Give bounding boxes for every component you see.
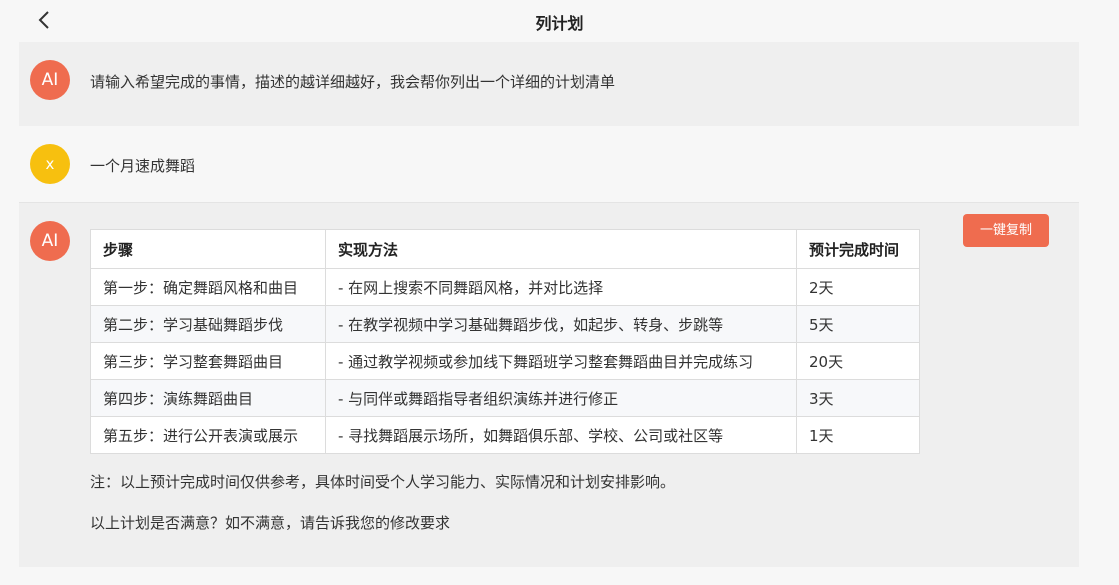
step-cell: 第二步：学习基础舞蹈步伐 — [90, 305, 326, 343]
ai-intro-text: 请输入希望完成的事情，描述的越详细越好，我会帮你列出一个详细的计划清单 — [90, 73, 616, 91]
step-cell: 第四步：演练舞蹈曲目 — [90, 379, 326, 417]
method-cell: - 通过教学视频或参加线下舞蹈班学习整套舞蹈曲目并完成练习 — [325, 342, 797, 380]
table-row: 第五步：进行公开表演或展示 - 寻找舞蹈展示场所，如舞蹈俱乐部、学校、公司或社区… — [90, 416, 920, 454]
plan-note: 注：以上预计完成时间仅供参考，具体时间受个人学习能力、实际情况和计划安排影响。 — [90, 473, 676, 491]
table-row: 第四步：演练舞蹈曲目 - 与同伴或舞蹈指导者组织演练并进行修正 3天 — [90, 379, 920, 417]
table-row: 第二步：学习基础舞蹈步伐 - 在教学视频中学习基础舞蹈步伐，如起步、转身、步跳等… — [90, 305, 920, 343]
copy-all-button[interactable]: 一键复制 — [963, 214, 1049, 247]
page-title: 列计划 — [535, 14, 584, 33]
time-cell: 2天 — [796, 268, 920, 306]
column-header-time: 预计完成时间 — [796, 229, 920, 269]
ai-reply-message: AI 一键复制 步骤 实现方法 预计完成时间 第一步：确定舞蹈风格和曲目 - 在… — [19, 202, 1079, 567]
time-cell: 1天 — [796, 416, 920, 454]
method-cell: - 与同伴或舞蹈指导者组织演练并进行修正 — [325, 379, 797, 417]
table-header-row: 步骤 实现方法 预计完成时间 — [90, 229, 920, 269]
user-avatar: x — [30, 144, 70, 184]
step-cell: 第三步：学习整套舞蹈曲目 — [90, 342, 326, 380]
ai-avatar: AI — [30, 221, 70, 261]
time-cell: 5天 — [796, 305, 920, 343]
table-row: 第一步：确定舞蹈风格和曲目 - 在网上搜索不同舞蹈风格，并对比选择 2天 — [90, 268, 920, 306]
method-cell: - 寻找舞蹈展示场所，如舞蹈俱乐部、学校、公司或社区等 — [325, 416, 797, 454]
ai-intro-message: AI 请输入希望完成的事情，描述的越详细越好，我会帮你列出一个详细的计划清单 — [19, 42, 1079, 126]
plan-table: 步骤 实现方法 预计完成时间 第一步：确定舞蹈风格和曲目 - 在网上搜索不同舞蹈… — [90, 229, 920, 454]
satisfaction-question: 以上计划是否满意？如不满意，请告诉我您的修改要求 — [90, 514, 451, 532]
time-cell: 20天 — [796, 342, 920, 380]
column-header-method: 实现方法 — [325, 229, 797, 269]
column-header-step: 步骤 — [90, 229, 326, 269]
ai-avatar: AI — [30, 60, 70, 100]
method-cell: - 在教学视频中学习基础舞蹈步伐，如起步、转身、步跳等 — [325, 305, 797, 343]
user-message-text: 一个月速成舞蹈 — [90, 157, 196, 175]
header-bar: 列计划 — [0, 0, 1119, 40]
step-cell: 第五步：进行公开表演或展示 — [90, 416, 326, 454]
time-cell: 3天 — [796, 379, 920, 417]
method-cell: - 在网上搜索不同舞蹈风格，并对比选择 — [325, 268, 797, 306]
step-cell: 第一步：确定舞蹈风格和曲目 — [90, 268, 326, 306]
table-row: 第三步：学习整套舞蹈曲目 - 通过教学视频或参加线下舞蹈班学习整套舞蹈曲目并完成… — [90, 342, 920, 380]
user-message: x 一个月速成舞蹈 — [19, 126, 1079, 202]
